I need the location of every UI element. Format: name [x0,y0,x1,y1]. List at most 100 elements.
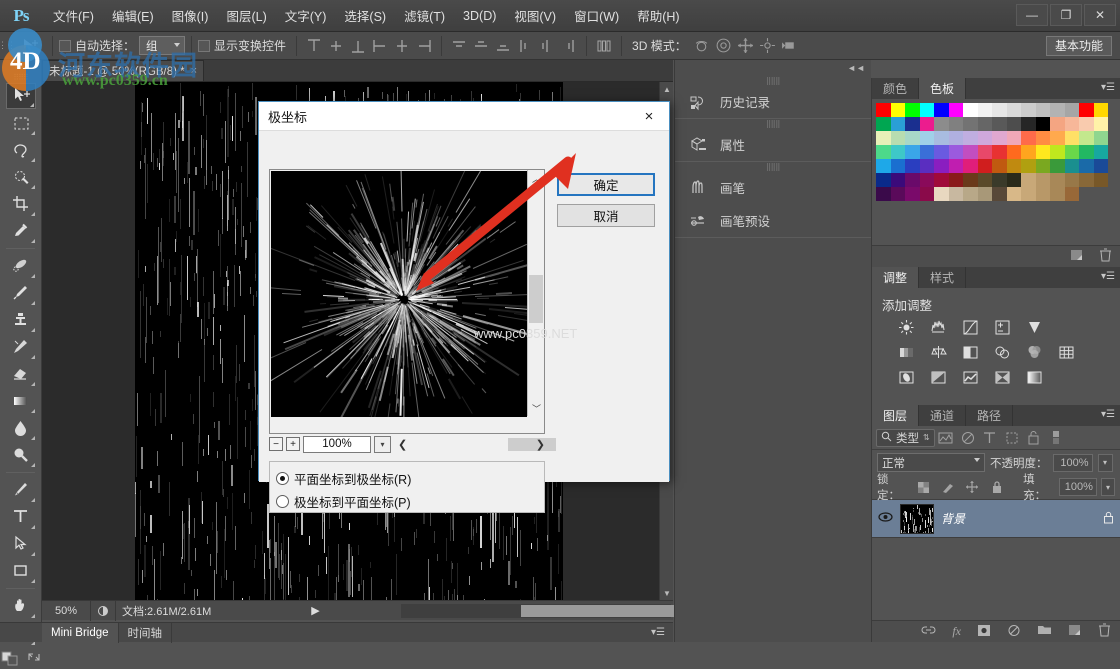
filter-toggle-switch[interactable] [1045,429,1067,447]
menu-edit[interactable]: 编辑(E) [103,2,163,29]
cancel-button[interactable]: 取消 [557,204,655,227]
color-swatch[interactable] [1021,117,1036,131]
fill-value[interactable]: 100% [1059,478,1097,496]
menu-file[interactable]: 文件(F) [44,2,103,29]
distribute-horizontal-center-icon[interactable] [536,36,558,56]
preview-scroll-left-icon[interactable]: ❮ [398,438,407,451]
color-swatch[interactable] [977,145,992,159]
color-swatch[interactable] [1050,173,1065,187]
color-swatch[interactable] [905,131,920,145]
color-swatch[interactable] [1079,131,1094,145]
color-swatch[interactable] [1021,159,1036,173]
color-swatch[interactable] [1079,145,1094,159]
hand-tool[interactable] [6,593,36,619]
color-swatch[interactable] [1064,103,1079,117]
color-swatch[interactable] [1064,117,1079,131]
color-swatch[interactable] [963,117,978,131]
document-tab-close-icon[interactable]: × [191,65,197,77]
color-swatch[interactable] [934,103,949,117]
color-swatch[interactable] [992,131,1007,145]
new-layer-icon[interactable] [1068,624,1082,640]
color-swatch[interactable] [934,159,949,173]
preview-zoom-value[interactable]: 100% [303,435,371,453]
tab-adjustments[interactable]: 调整 [872,267,920,288]
crop-tool[interactable] [6,191,36,217]
color-swatch[interactable] [905,145,920,159]
distribute-vertical-center-icon[interactable] [470,36,492,56]
preview-vertical-scrollbar[interactable]: ︿ ﹀ [527,170,544,416]
distribute-left-icon[interactable] [514,36,536,56]
filter-shape-icon[interactable] [1001,429,1023,447]
auto-select-checkbox[interactable] [59,39,71,52]
color-swatch[interactable] [948,173,963,187]
dock-item-brush[interactable]: 画笔 [675,171,871,204]
tab-mini-bridge[interactable]: Mini Bridge [42,622,119,643]
align-top-edges-icon[interactable] [303,36,325,56]
color-swatch[interactable] [977,117,992,131]
channel-mixer-icon[interactable] [1024,343,1044,361]
color-swatch[interactable] [1006,103,1021,117]
color-swatch[interactable] [1035,131,1050,145]
dialog-preview-image[interactable] [271,171,527,417]
color-swatch[interactable] [1079,117,1094,131]
color-swatch[interactable] [890,131,905,145]
color-swatch[interactable] [1021,103,1036,117]
color-swatch[interactable] [905,117,920,131]
hue-saturation-icon[interactable] [896,343,916,361]
filter-smart-object-icon[interactable] [1023,429,1045,447]
color-swatch[interactable] [876,145,891,159]
color-swatch[interactable] [1050,187,1065,201]
menu-select[interactable]: 选择(S) [335,2,395,29]
move-tool[interactable] [5,83,36,109]
pen-tool[interactable] [6,477,36,503]
dock-group-handle[interactable]: ⣿⣿⣿ [675,162,871,171]
vibrance-icon[interactable] [1024,318,1044,336]
color-swatch[interactable] [1093,117,1108,131]
color-swatch[interactable] [934,187,949,201]
quick-select-tool[interactable] [6,164,36,190]
history-brush-tool[interactable] [6,334,36,360]
align-left-edges-icon[interactable] [369,36,391,56]
preview-zoom-in-button[interactable]: + [286,437,300,451]
color-swatch[interactable] [1064,145,1079,159]
brush-tool[interactable] [6,280,36,306]
color-swatch[interactable] [919,103,934,117]
menu-image[interactable]: 图像(I) [163,2,218,29]
hscroll-thumb[interactable] [508,437,556,451]
document-tab[interactable]: 未标题-1 @ 50%(RGB/8) * × [42,60,205,81]
radio-option[interactable]: 极坐标到平面坐标(P) [276,490,544,513]
zoom-level[interactable]: 50% [42,605,90,617]
color-swatch[interactable] [977,131,992,145]
swatch-grid[interactable] [872,99,1113,201]
color-swatch[interactable] [934,131,949,145]
color-swatch[interactable] [1064,159,1079,173]
scroll-down-icon[interactable]: ▼ [660,586,674,600]
menu-filter[interactable]: 滤镜(T) [395,2,454,29]
color-swatch[interactable] [1035,117,1050,131]
color-swatch[interactable] [977,159,992,173]
foreground-background-colors[interactable] [1,650,21,669]
color-swatch[interactable] [1064,173,1079,187]
color-swatch[interactable] [876,117,891,131]
filter-type-icon[interactable] [979,429,1001,447]
color-swatch[interactable] [963,187,978,201]
dock-group-handle[interactable]: ⣿⣿⣿ [675,119,871,128]
color-swatch[interactable] [948,145,963,159]
preview-zoom-dropdown-icon[interactable]: ▾ [374,435,391,453]
color-swatch[interactable] [1035,145,1050,159]
color-swatch[interactable] [1035,103,1050,117]
healing-brush-tool[interactable] [6,253,36,279]
color-swatch[interactable] [890,173,905,187]
lasso-tool[interactable] [6,137,36,163]
mask-icon[interactable] [977,624,991,640]
show-transform-checkbox[interactable] [198,39,211,52]
bottom-panel-menu-icon[interactable]: ▾☰ [651,627,673,638]
layer-filter-type-dropdown[interactable]: 类型 ⇅ [876,428,935,447]
layers-panel-menu-icon[interactable]: ▾☰ [1101,409,1115,420]
scroll-up-icon[interactable]: ▲ [660,82,674,96]
tab-channels[interactable]: 通道 [919,405,967,426]
levels-icon[interactable] [928,318,948,336]
color-swatch[interactable] [963,145,978,159]
color-swatch[interactable] [948,159,963,173]
color-swatch[interactable] [1079,159,1094,173]
